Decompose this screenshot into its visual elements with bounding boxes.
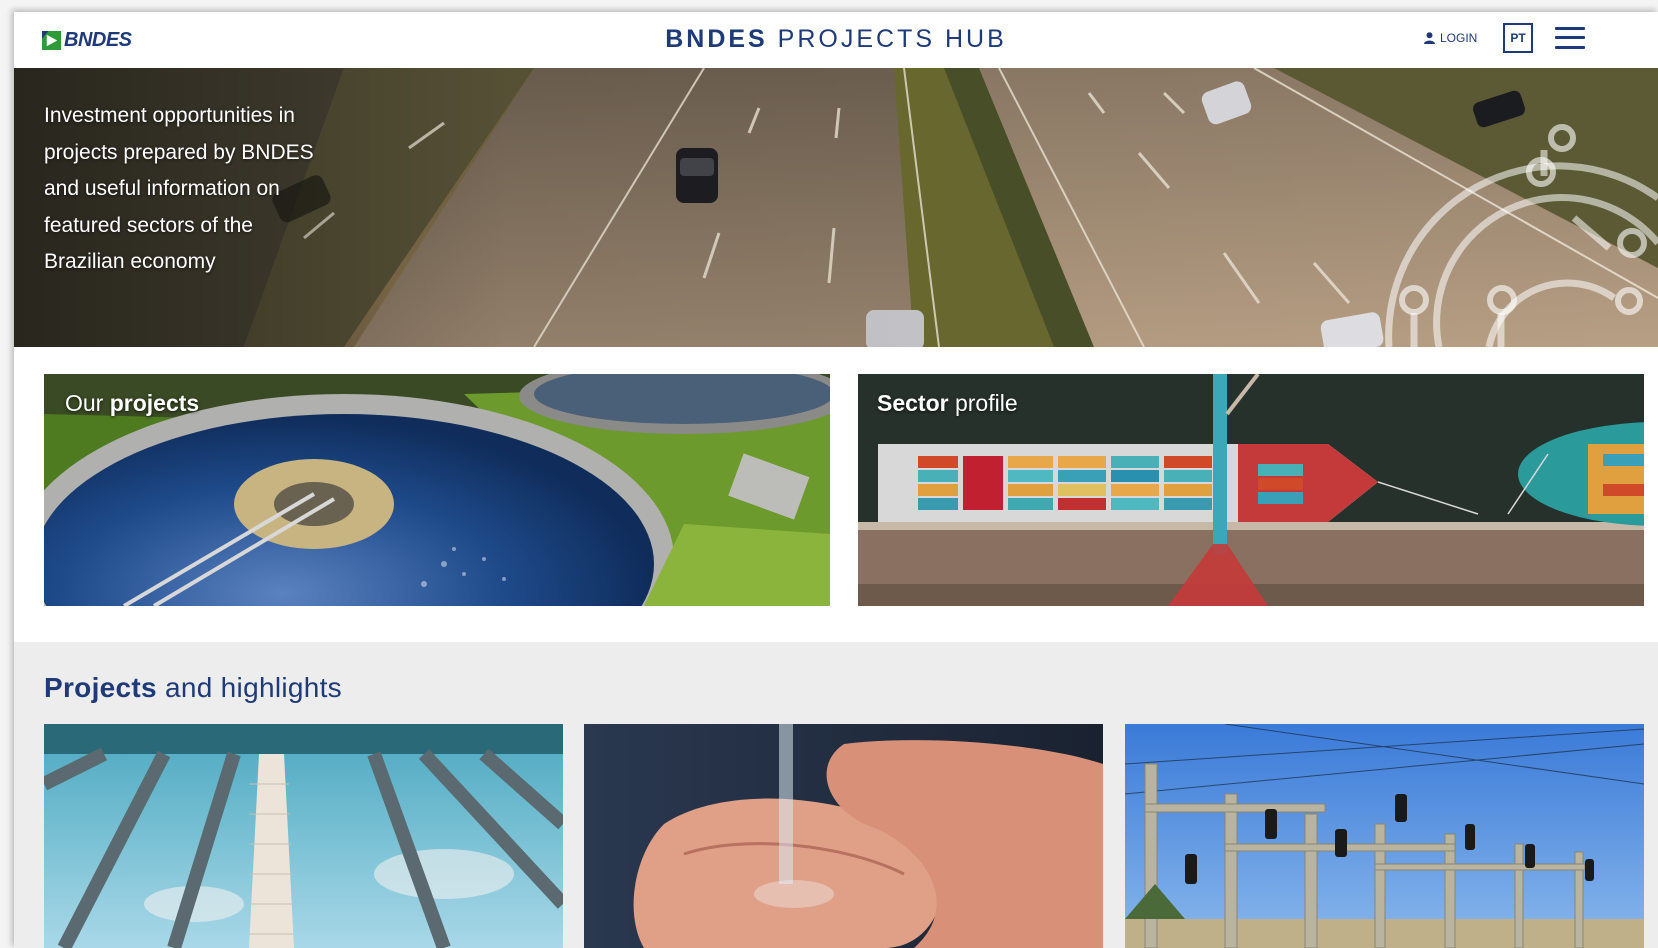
section-title-bold: Projects [44,672,157,703]
sector-profile-title-plain: profile [948,390,1018,416]
site-title-strong: BNDES [665,25,768,53]
power-substation-photo [1125,724,1644,948]
section-title-plain: and highlights [156,672,342,703]
highlight-card-water-hands[interactable] [584,724,1103,948]
user-icon [1424,32,1435,44]
top-navbar: BNDES BNDES PROJECTS HUB LOGIN PT [14,12,1658,68]
hamburger-menu-icon[interactable] [1555,25,1585,51]
site-title-rest: PROJECTS HUB [767,25,1007,53]
sector-profile-card[interactable]: Sector profile [858,374,1644,606]
our-projects-title-bold: projects [109,390,200,416]
language-button[interactable]: PT [1503,23,1533,53]
our-projects-title-plain: Our [65,390,110,416]
section-title: Projects and highlights [44,672,342,704]
our-projects-title: Our projects [65,390,199,417]
site-title: BNDES PROJECTS HUB [14,25,1658,54]
our-projects-card[interactable]: Our projects [44,374,830,606]
hands-water-photo [584,724,1103,948]
highlight-card-substation[interactable] [1125,724,1644,948]
login-label: LOGIN [1440,31,1478,45]
hero-text: Investment opportunities in projects pre… [44,104,314,273]
browser-page: BNDES BNDES PROJECTS HUB LOGIN PT Invest… [14,12,1658,948]
sector-profile-title: Sector profile [877,390,1018,417]
hero-banner: Investment opportunities in projects pre… [14,68,1658,347]
projects-highlights-section: Projects and highlights [14,642,1658,948]
login-link[interactable]: LOGIN [1424,31,1477,45]
sector-profile-title-bold: Sector [877,390,949,416]
highlight-card-water-treatment[interactable] [44,724,563,948]
water-tanks-photo [44,724,563,948]
